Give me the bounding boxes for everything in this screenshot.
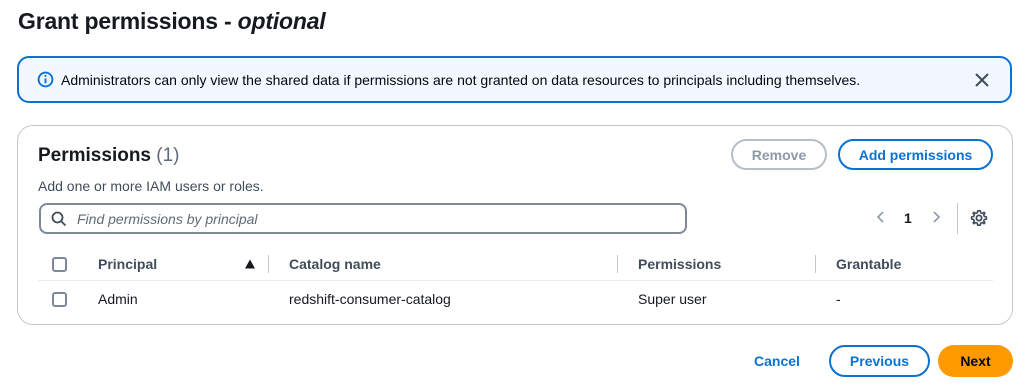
page-title-optional: optional — [237, 8, 326, 34]
chevron-right-icon[interactable] — [928, 209, 944, 225]
column-divider[interactable] — [815, 255, 816, 273]
page-title: Grant permissions - optional — [18, 8, 326, 35]
cell-principal: Admin — [98, 291, 138, 307]
row-checkbox[interactable] — [52, 292, 67, 307]
alert-message: Administrators can only view the shared … — [61, 72, 861, 88]
column-header-principal[interactable]: Principal — [98, 248, 157, 280]
cell-grantable: - — [836, 291, 841, 307]
remove-button[interactable]: Remove — [731, 139, 827, 170]
gear-icon[interactable] — [970, 209, 988, 227]
search-icon — [51, 211, 67, 227]
column-divider[interactable] — [617, 255, 618, 273]
search-placeholder: Find permissions by principal — [77, 211, 258, 227]
table-header-divider — [38, 280, 993, 281]
search-input[interactable]: Find permissions by principal — [39, 203, 687, 234]
permissions-heading: Permissions (1) — [38, 145, 180, 167]
column-header-grantable[interactable]: Grantable — [836, 248, 901, 280]
permissions-container: Permissions (1) Add one or more IAM user… — [17, 125, 1013, 325]
column-header-catalog-name[interactable]: Catalog name — [289, 248, 381, 280]
info-alert: Administrators can only view the shared … — [17, 56, 1012, 103]
page-title-text: Grant permissions - — [18, 8, 238, 34]
info-icon — [37, 71, 54, 88]
sort-ascending-icon[interactable] — [244, 258, 256, 270]
column-divider[interactable] — [268, 255, 269, 273]
cell-permissions: Super user — [638, 291, 707, 307]
cancel-button[interactable]: Cancel — [744, 345, 810, 377]
permissions-title: Permissions — [38, 145, 151, 166]
previous-button[interactable]: Previous — [829, 345, 930, 377]
add-permissions-button[interactable]: Add permissions — [838, 139, 993, 170]
pager-divider — [957, 203, 958, 234]
column-header-permissions[interactable]: Permissions — [638, 248, 721, 280]
page-number[interactable]: 1 — [904, 210, 912, 226]
cell-catalog-name: redshift-consumer-catalog — [289, 291, 451, 307]
permissions-count: (1) — [156, 145, 180, 166]
chevron-left-icon[interactable] — [873, 209, 889, 225]
permissions-description: Add one or more IAM users or roles. — [38, 178, 264, 194]
next-button[interactable]: Next — [938, 345, 1013, 377]
close-icon[interactable] — [972, 70, 992, 90]
select-all-checkbox[interactable] — [52, 257, 67, 272]
